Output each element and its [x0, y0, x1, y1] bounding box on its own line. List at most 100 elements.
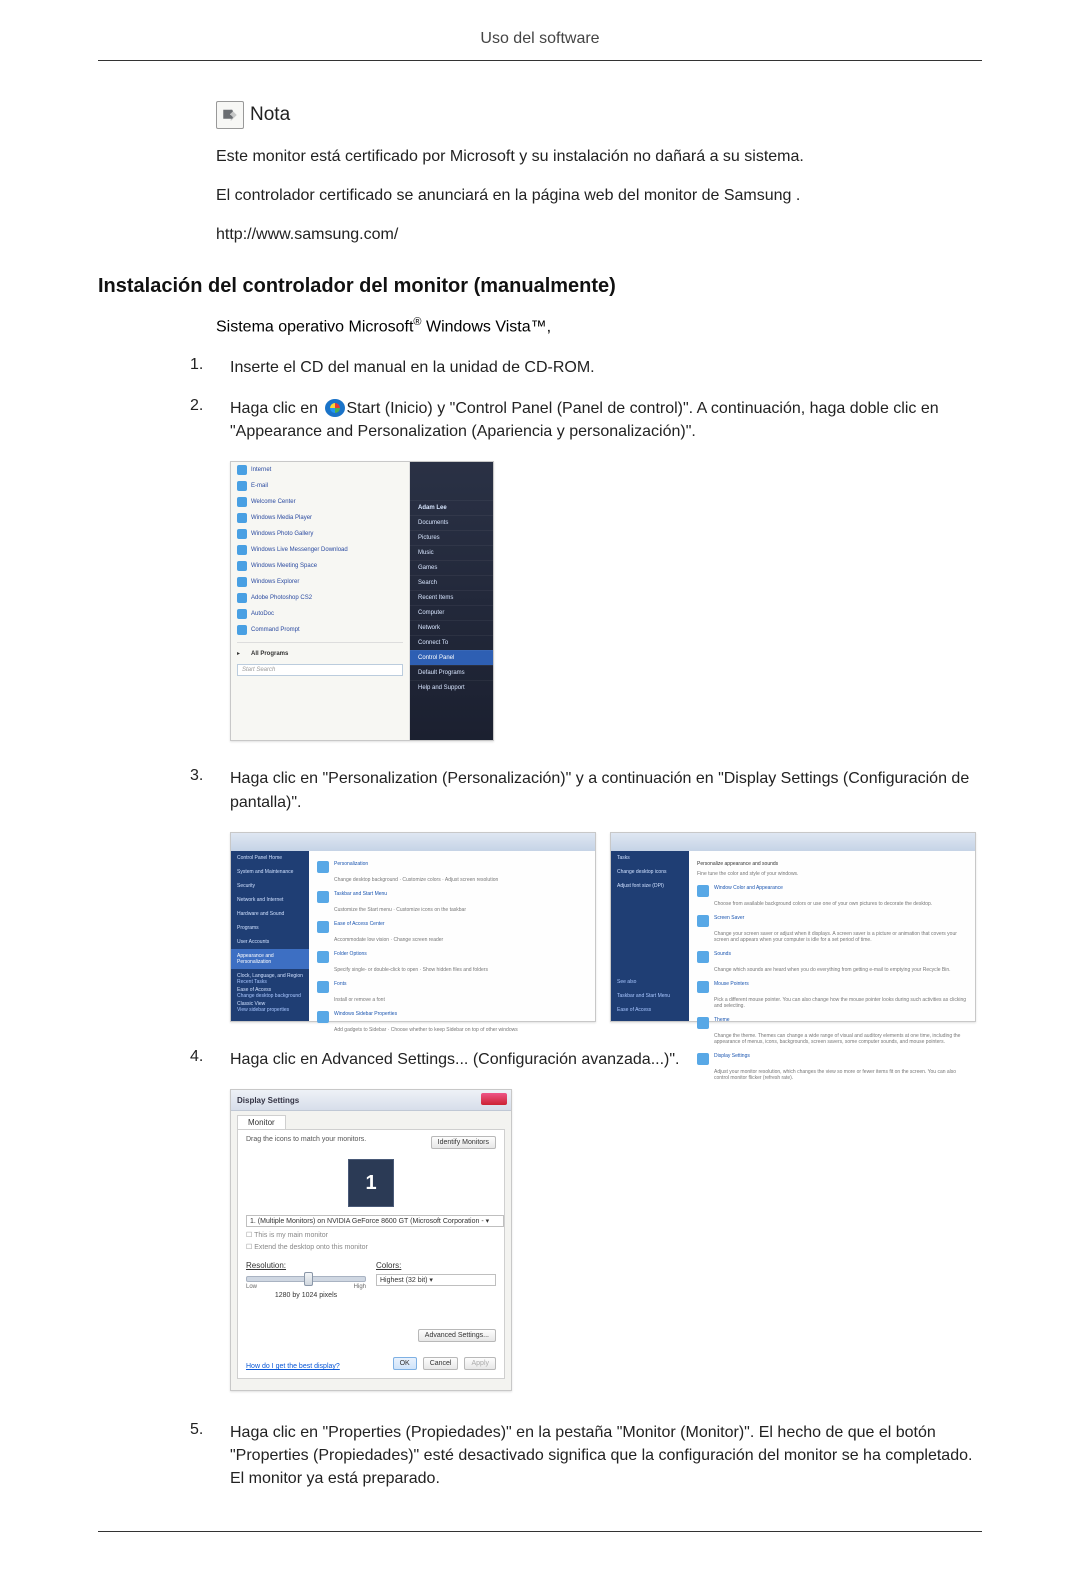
screenshot-personalization-panel: TasksChange desktop iconsAdjust font siz… [610, 832, 976, 1022]
check-extend-desktop[interactable]: ☐ Extend the desktop onto this monitor [246, 1243, 496, 1251]
colors-select[interactable]: Highest (32 bit) ▾ [376, 1274, 496, 1286]
cp-category[interactable]: Taskbar and Start Menu [317, 887, 587, 907]
start-menu-item[interactable]: Windows Meeting Space [231, 558, 409, 574]
pz-footer-link[interactable]: Taskbar and Start Menu [611, 989, 689, 1003]
cp-category[interactable]: Fonts [317, 977, 587, 997]
start-right-item[interactable]: Network [410, 620, 493, 635]
trademark-symbol: ™ [531, 318, 547, 335]
start-menu-item[interactable]: Windows Photo Gallery [231, 526, 409, 542]
start-right-item[interactable]: Games [410, 560, 493, 575]
apply-button[interactable]: Apply [464, 1357, 496, 1370]
start-menu-label: Adobe Photoshop CS2 [251, 595, 312, 601]
cp-category-title: Fonts [334, 981, 347, 993]
start-menu-item[interactable]: Windows Media Player [231, 510, 409, 526]
cp-category-sub[interactable]: Add gadgets to Sidebar · Choose whether … [334, 1027, 587, 1037]
cp-sidebar-item[interactable]: Security [231, 879, 309, 893]
cp-category[interactable]: Windows Sidebar Properties [317, 1007, 587, 1027]
start-right-item[interactable]: Help and Support [410, 680, 493, 695]
start-menu-item[interactable]: Windows Live Messenger Download [231, 542, 409, 558]
pz-item[interactable]: Theme [697, 1013, 967, 1033]
cp-category[interactable]: Folder Options [317, 947, 587, 967]
pz-item-icon [697, 981, 709, 993]
pz-item[interactable]: Display Settings [697, 1049, 967, 1069]
pz-footer-link[interactable]: Ease of Access [611, 1003, 689, 1017]
step-5-number: 5. [190, 1421, 230, 1439]
start-menu-item[interactable]: E-mail [231, 478, 409, 494]
pz-item-icon [697, 1053, 709, 1065]
cp-category[interactable]: Ease of Access Center [317, 917, 587, 937]
start-right-item[interactable]: Connect To [410, 635, 493, 650]
start-right-item[interactable]: Documents [410, 515, 493, 530]
pz-footer-link[interactable]: See also [611, 975, 689, 989]
monitor-select[interactable]: 1. (Multiple Monitors) on NVIDIA GeForce… [246, 1215, 504, 1227]
all-programs[interactable]: ▸All Programs [231, 647, 409, 660]
category-icon [317, 921, 329, 933]
start-right-item[interactable]: Recent Items [410, 590, 493, 605]
start-menu-item[interactable]: Internet [231, 462, 409, 478]
start-search-input[interactable]: Start Search [237, 664, 403, 676]
program-icon [237, 593, 247, 603]
cp-category-sub[interactable]: Specify single- or double-click to open … [334, 967, 587, 977]
pz-item-desc: Adjust your monitor resolution, which ch… [714, 1069, 967, 1085]
start-right-item[interactable]: Control Panel [410, 650, 493, 665]
start-right-item[interactable]: Default Programs [410, 665, 493, 680]
cp-category-sub[interactable]: Accommodate low vision · Change screen r… [334, 937, 587, 947]
cp-sidebar-item[interactable]: Control Panel Home [231, 851, 309, 865]
cp-category-sub[interactable]: Customize the Start menu · Customize ico… [334, 907, 587, 917]
start-menu-item[interactable]: Windows Explorer [231, 574, 409, 590]
cp-sidebar-item[interactable]: System and Maintenance [231, 865, 309, 879]
step-5-text: Haga clic en "Properties (Propiedades)" … [230, 1421, 982, 1491]
close-icon[interactable] [481, 1093, 507, 1105]
cp-category-sub[interactable]: Install or remove a font [334, 997, 587, 1007]
pz-item-title: Mouse Pointers [714, 981, 749, 993]
cp-category-title: Taskbar and Start Menu [334, 891, 387, 903]
pz-sidebar-item[interactable]: Adjust font size (DPI) [611, 879, 689, 893]
res-high: High [354, 1284, 366, 1290]
step-1-number: 1. [190, 356, 230, 374]
advanced-settings-button[interactable]: Advanced Settings... [418, 1329, 496, 1342]
category-icon [317, 861, 329, 873]
program-icon [237, 577, 247, 587]
start-menu-item[interactable]: Command Prompt [231, 622, 409, 638]
pz-item[interactable]: Window Color and Appearance [697, 881, 967, 901]
check-main-monitor[interactable]: ☐ This is my main monitor [246, 1231, 496, 1239]
cp-footer-link[interactable]: Recent Tasks [231, 975, 309, 989]
start-menu-item[interactable]: Adobe Photoshop CS2 [231, 590, 409, 606]
start-right-item[interactable]: Pictures [410, 530, 493, 545]
identify-monitors-button[interactable]: Identify Monitors [431, 1136, 496, 1149]
start-right-item[interactable]: Computer [410, 605, 493, 620]
colors-label: Colors: [376, 1261, 496, 1270]
cp-footer-link[interactable]: Change desktop background [231, 989, 309, 1003]
cp-sidebar-item[interactable]: User Accounts [231, 935, 309, 949]
pz-item-icon [697, 915, 709, 927]
section-heading: Instalación del controlador del monitor … [98, 275, 982, 298]
cp-category-sub[interactable]: Change desktop background · Customize co… [334, 877, 587, 887]
resolution-slider[interactable] [246, 1276, 366, 1282]
cp-sidebar-item[interactable]: Hardware and Sound [231, 907, 309, 921]
cp-category[interactable]: Personalization [317, 857, 587, 877]
pz-sidebar-item[interactable]: Tasks [611, 851, 689, 865]
pz-item[interactable]: Mouse Pointers [697, 977, 967, 997]
header-divider [98, 60, 982, 61]
best-display-link[interactable]: How do I get the best display? [246, 1363, 340, 1370]
cp-sidebar-item[interactable]: Appearance and Personalization [231, 949, 309, 969]
resolution-label: Resolution: [246, 1261, 366, 1270]
cp-sidebar-item[interactable]: Network and Internet [231, 893, 309, 907]
monitor-preview[interactable]: 1 [348, 1159, 394, 1207]
dialog-tab-monitor[interactable]: Monitor [237, 1115, 286, 1129]
step-1: 1. Inserte el CD del manual en la unidad… [190, 356, 982, 379]
ok-button[interactable]: OK [393, 1357, 417, 1370]
start-right-item[interactable]: Search [410, 575, 493, 590]
pz-item[interactable]: Sounds [697, 947, 967, 967]
os-line: Sistema operativo Microsoft® Windows Vis… [216, 316, 982, 336]
start-menu-item[interactable]: Welcome Center [231, 494, 409, 510]
cp-sidebar-item[interactable]: Programs [231, 921, 309, 935]
note-label: Nota [250, 104, 290, 126]
pz-item[interactable]: Screen Saver [697, 911, 967, 931]
cancel-button[interactable]: Cancel [423, 1357, 459, 1370]
cp-footer-link[interactable]: View sidebar properties [231, 1003, 309, 1017]
start-menu-item[interactable]: AutoDoc [231, 606, 409, 622]
note-icon [216, 101, 244, 129]
pz-sidebar-item[interactable]: Change desktop icons [611, 865, 689, 879]
start-right-item[interactable]: Music [410, 545, 493, 560]
